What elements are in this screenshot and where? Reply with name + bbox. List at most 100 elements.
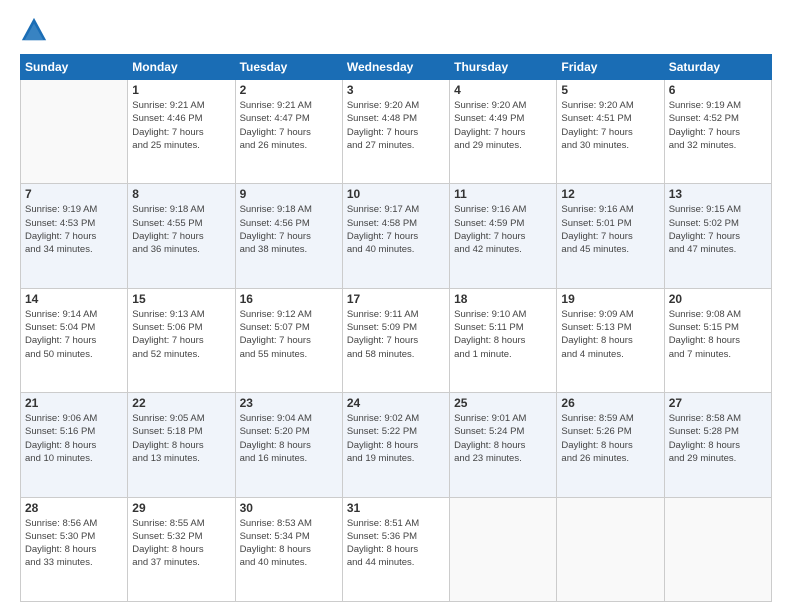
day-number: 22 xyxy=(132,396,230,410)
day-header-tuesday: Tuesday xyxy=(235,55,342,80)
day-info: Sunrise: 9:16 AM Sunset: 5:01 PM Dayligh… xyxy=(561,203,659,256)
day-info: Sunrise: 9:05 AM Sunset: 5:18 PM Dayligh… xyxy=(132,412,230,465)
calendar-cell: 12 Sunrise: 9:16 AM Sunset: 5:01 PM Dayli… xyxy=(557,184,664,288)
day-info: Sunrise: 8:51 AM Sunset: 5:36 PM Dayligh… xyxy=(347,517,445,570)
day-info: Sunrise: 8:59 AM Sunset: 5:26 PM Dayligh… xyxy=(561,412,659,465)
calendar-cell: 11 Sunrise: 9:16 AM Sunset: 4:59 PM Dayli… xyxy=(450,184,557,288)
day-info: Sunrise: 9:20 AM Sunset: 4:49 PM Dayligh… xyxy=(454,99,552,152)
calendar-cell: 20 Sunrise: 9:08 AM Sunset: 5:15 PM Dayli… xyxy=(664,288,771,392)
week-row-2: 14Sunrise: 9:14 AM Sunset: 5:04 PM Dayli… xyxy=(21,288,772,392)
day-number: 15 xyxy=(132,292,230,306)
day-info: Sunrise: 8:55 AM Sunset: 5:32 PM Dayligh… xyxy=(132,517,230,570)
calendar-cell: 25 Sunrise: 9:01 AM Sunset: 5:24 PM Dayli… xyxy=(450,393,557,497)
page: SundayMondayTuesdayWednesdayThursdayFrid… xyxy=(0,0,792,612)
day-info: Sunrise: 9:18 AM Sunset: 4:56 PM Dayligh… xyxy=(240,203,338,256)
day-number: 1 xyxy=(132,83,230,97)
day-number: 8 xyxy=(132,187,230,201)
calendar-cell: 17 Sunrise: 9:11 AM Sunset: 5:09 PM Dayli… xyxy=(342,288,449,392)
calendar-cell: 1Sunrise: 9:21 AM Sunset: 4:46 PM Daylig… xyxy=(128,80,235,184)
calendar-cell: 8 Sunrise: 9:18 AM Sunset: 4:55 PM Daylig… xyxy=(128,184,235,288)
header-row: SundayMondayTuesdayWednesdayThursdayFrid… xyxy=(21,55,772,80)
day-info: Sunrise: 9:21 AM Sunset: 4:47 PM Dayligh… xyxy=(240,99,338,152)
day-number: 7 xyxy=(25,187,123,201)
calendar-cell: 2 Sunrise: 9:21 AM Sunset: 4:47 PM Daylig… xyxy=(235,80,342,184)
day-number: 30 xyxy=(240,501,338,515)
day-info: Sunrise: 9:08 AM Sunset: 5:15 PM Dayligh… xyxy=(669,308,767,361)
day-number: 25 xyxy=(454,396,552,410)
day-number: 10 xyxy=(347,187,445,201)
day-number: 13 xyxy=(669,187,767,201)
calendar-cell: 5Sunrise: 9:20 AM Sunset: 4:51 PM Daylig… xyxy=(557,80,664,184)
day-number: 6 xyxy=(669,83,767,97)
calendar-cell: 31Sunrise: 8:51 AM Sunset: 5:36 PM Dayli… xyxy=(342,497,449,601)
day-number: 19 xyxy=(561,292,659,306)
day-number: 9 xyxy=(240,187,338,201)
day-info: Sunrise: 8:53 AM Sunset: 5:34 PM Dayligh… xyxy=(240,517,338,570)
day-number: 16 xyxy=(240,292,338,306)
day-number: 14 xyxy=(25,292,123,306)
day-info: Sunrise: 9:13 AM Sunset: 5:06 PM Dayligh… xyxy=(132,308,230,361)
day-number: 2 xyxy=(240,83,338,97)
day-header-wednesday: Wednesday xyxy=(342,55,449,80)
logo xyxy=(20,16,52,44)
day-number: 27 xyxy=(669,396,767,410)
calendar-cell: 10 Sunrise: 9:17 AM Sunset: 4:58 PM Dayli… xyxy=(342,184,449,288)
day-info: Sunrise: 9:12 AM Sunset: 5:07 PM Dayligh… xyxy=(240,308,338,361)
day-number: 17 xyxy=(347,292,445,306)
calendar-cell: 16 Sunrise: 9:12 AM Sunset: 5:07 PM Dayli… xyxy=(235,288,342,392)
calendar-cell: 23 Sunrise: 9:04 AM Sunset: 5:20 PM Dayli… xyxy=(235,393,342,497)
day-number: 23 xyxy=(240,396,338,410)
calendar-cell: 3 Sunrise: 9:20 AM Sunset: 4:48 PM Daylig… xyxy=(342,80,449,184)
day-number: 12 xyxy=(561,187,659,201)
calendar-cell: 15 Sunrise: 9:13 AM Sunset: 5:06 PM Dayli… xyxy=(128,288,235,392)
week-row-0: 1Sunrise: 9:21 AM Sunset: 4:46 PM Daylig… xyxy=(21,80,772,184)
day-info: Sunrise: 9:10 AM Sunset: 5:11 PM Dayligh… xyxy=(454,308,552,361)
calendar-cell: 21 Sunrise: 9:06 AM Sunset: 5:16 PM Dayli… xyxy=(21,393,128,497)
calendar-cell: 30 Sunrise: 8:53 AM Sunset: 5:34 PM Dayli… xyxy=(235,497,342,601)
day-number: 24 xyxy=(347,396,445,410)
day-info: Sunrise: 9:06 AM Sunset: 5:16 PM Dayligh… xyxy=(25,412,123,465)
header xyxy=(20,16,772,44)
day-info: Sunrise: 8:58 AM Sunset: 5:28 PM Dayligh… xyxy=(669,412,767,465)
calendar-cell: 22 Sunrise: 9:05 AM Sunset: 5:18 PM Dayli… xyxy=(128,393,235,497)
day-info: Sunrise: 9:19 AM Sunset: 4:52 PM Dayligh… xyxy=(669,99,767,152)
day-info: Sunrise: 9:19 AM Sunset: 4:53 PM Dayligh… xyxy=(25,203,123,256)
calendar-cell: 27 Sunrise: 8:58 AM Sunset: 5:28 PM Dayli… xyxy=(664,393,771,497)
day-info: Sunrise: 9:09 AM Sunset: 5:13 PM Dayligh… xyxy=(561,308,659,361)
day-number: 20 xyxy=(669,292,767,306)
day-number: 18 xyxy=(454,292,552,306)
day-info: Sunrise: 9:02 AM Sunset: 5:22 PM Dayligh… xyxy=(347,412,445,465)
calendar-table: SundayMondayTuesdayWednesdayThursdayFrid… xyxy=(20,54,772,602)
calendar-cell: 29Sunrise: 8:55 AM Sunset: 5:32 PM Dayli… xyxy=(128,497,235,601)
calendar-cell: 13 Sunrise: 9:15 AM Sunset: 5:02 PM Dayli… xyxy=(664,184,771,288)
calendar-cell xyxy=(21,80,128,184)
day-number: 28 xyxy=(25,501,123,515)
calendar-cell: 19 Sunrise: 9:09 AM Sunset: 5:13 PM Dayli… xyxy=(557,288,664,392)
day-header-saturday: Saturday xyxy=(664,55,771,80)
calendar-cell: 9 Sunrise: 9:18 AM Sunset: 4:56 PM Daylig… xyxy=(235,184,342,288)
week-row-3: 21 Sunrise: 9:06 AM Sunset: 5:16 PM Dayli… xyxy=(21,393,772,497)
day-number: 26 xyxy=(561,396,659,410)
day-header-sunday: Sunday xyxy=(21,55,128,80)
day-info: Sunrise: 9:20 AM Sunset: 4:48 PM Dayligh… xyxy=(347,99,445,152)
day-info: Sunrise: 9:15 AM Sunset: 5:02 PM Dayligh… xyxy=(669,203,767,256)
calendar-cell: 14Sunrise: 9:14 AM Sunset: 5:04 PM Dayli… xyxy=(21,288,128,392)
calendar-cell xyxy=(557,497,664,601)
day-number: 3 xyxy=(347,83,445,97)
calendar-cell xyxy=(450,497,557,601)
day-info: Sunrise: 9:11 AM Sunset: 5:09 PM Dayligh… xyxy=(347,308,445,361)
day-number: 11 xyxy=(454,187,552,201)
day-info: Sunrise: 9:18 AM Sunset: 4:55 PM Dayligh… xyxy=(132,203,230,256)
day-info: Sunrise: 9:01 AM Sunset: 5:24 PM Dayligh… xyxy=(454,412,552,465)
day-number: 21 xyxy=(25,396,123,410)
calendar-cell xyxy=(664,497,771,601)
day-header-friday: Friday xyxy=(557,55,664,80)
day-header-monday: Monday xyxy=(128,55,235,80)
day-info: Sunrise: 9:04 AM Sunset: 5:20 PM Dayligh… xyxy=(240,412,338,465)
day-info: Sunrise: 8:56 AM Sunset: 5:30 PM Dayligh… xyxy=(25,517,123,570)
day-info: Sunrise: 9:16 AM Sunset: 4:59 PM Dayligh… xyxy=(454,203,552,256)
calendar-cell: 7 Sunrise: 9:19 AM Sunset: 4:53 PM Daylig… xyxy=(21,184,128,288)
calendar-cell: 28 Sunrise: 8:56 AM Sunset: 5:30 PM Dayli… xyxy=(21,497,128,601)
calendar-cell: 24 Sunrise: 9:02 AM Sunset: 5:22 PM Dayli… xyxy=(342,393,449,497)
day-info: Sunrise: 9:17 AM Sunset: 4:58 PM Dayligh… xyxy=(347,203,445,256)
